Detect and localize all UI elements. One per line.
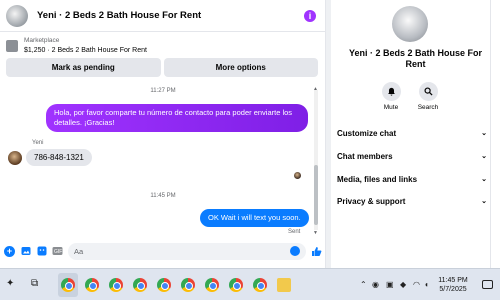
gif-icon[interactable]: GIF [52,246,63,257]
chrome-icon[interactable] [229,278,243,292]
widgets-icon[interactable]: ✦ [6,278,14,289]
file-explorer-icon[interactable] [277,278,291,292]
timestamp: 11:45 PM [150,193,176,199]
outgoing-message[interactable]: OK Wait i will text you soon. [200,209,309,227]
tray-app-icon[interactable]: ▣ [386,280,394,289]
sticker-icon[interactable] [36,246,47,257]
conversation-details-panel: Yeni · 2 Beds 2 Bath House For Rent Mute… [331,0,500,268]
mute-label: Mute [383,104,399,111]
image-icon[interactable] [20,246,31,257]
marketplace-thumbnail[interactable] [6,40,18,52]
chevron-down-icon: ⌄ [481,176,487,183]
taskbar: ✦ ⧉ ⌃ ◉ ▣ ◆ ◠ ◖ 11:45 PM 5/7/2025 [0,268,500,300]
task-view-icon[interactable]: ⧉ [31,278,38,289]
mute-action[interactable]: Mute [373,82,409,111]
marketplace-banner: Marketplace $1,250 · 2 Beds 2 Bath House… [0,33,326,81]
clock-time: 11:45 PM [438,277,468,284]
menu-label: Privacy & support [337,196,406,206]
volume-icon[interactable]: ◖ [424,280,429,289]
tray-app-icon[interactable]: ◉ [372,280,379,289]
plus-icon[interactable]: + [4,245,15,257]
timestamp: 11:27 PM [150,88,176,94]
marketplace-item[interactable]: $1,250 · 2 Beds 2 Bath House For Rent [24,46,147,56]
chat-panel: Yeni · 2 Beds 2 Bath House For Rent i Ma… [0,0,326,268]
chrome-icon[interactable] [181,278,195,292]
menu-media-files-links[interactable]: Media, files and links ⌄ [337,172,487,186]
more-options-button[interactable]: More options [163,58,318,77]
search-icon[interactable] [418,82,438,101]
search-label: Search [417,104,439,111]
outgoing-message[interactable]: Hola, por favor comparte tu número de co… [46,104,308,132]
chevron-down-icon: ⌄ [481,153,487,160]
thumbs-up-icon[interactable] [311,246,322,257]
menu-chat-members[interactable]: Chat members ⌄ [337,149,487,163]
scroll-up-icon[interactable]: ▲ [313,86,318,92]
notification-icon[interactable] [482,280,493,289]
sender-name: Yeni [32,140,44,146]
clock-date: 5/7/2025 [439,286,467,293]
conversation-name: Yeni · 2 Beds 2 Bath House For Rent [348,48,483,69]
menu-label: Media, files and links [337,174,418,184]
read-receipt-avatar [294,172,301,179]
message-status: Sent [288,229,301,235]
messenger-window: Yeni · 2 Beds 2 Bath House For Rent i Ma… [0,0,500,268]
message-input-placeholder: Aa [74,246,84,256]
menu-label: Customize chat [337,128,397,138]
chrome-icon[interactable] [253,278,267,292]
scroll-down-icon[interactable]: ▼ [313,230,318,236]
message-composer: + GIF Aa [0,240,326,262]
message-input[interactable]: Aa [68,242,306,260]
mark-as-pending-button[interactable]: Mark as pending [6,58,161,77]
chrome-icon[interactable] [205,278,219,292]
search-action[interactable]: Search [410,82,446,111]
tray-app-icon[interactable]: ◆ [400,280,406,289]
conversation-avatar[interactable] [392,6,428,42]
menu-label: Chat members [337,151,393,161]
menu-customize-chat[interactable]: Customize chat ⌄ [337,126,487,140]
system-clock[interactable]: 11:45 PM 5/7/2025 [433,276,473,294]
chrome-icon[interactable] [157,278,171,292]
chrome-icon[interactable] [133,278,147,292]
message-list: 11:27 PM Hola, por favor comparte tu núm… [0,82,326,238]
contact-avatar[interactable] [8,151,22,165]
scrollbar-thumb[interactable] [314,165,318,225]
chat-header: Yeni · 2 Beds 2 Bath House For Rent i [0,0,326,32]
emoji-icon[interactable] [290,246,300,256]
menu-privacy-support[interactable]: Privacy & support ⌄ [337,194,487,208]
bell-icon[interactable] [381,82,401,101]
panel-divider [490,0,491,268]
chat-title[interactable]: Yeni · 2 Beds 2 Bath House For Rent [37,10,304,21]
show-hidden-icons-icon[interactable]: ⌃ [360,280,367,289]
chrome-icon[interactable] [85,278,99,292]
chrome-icon[interactable] [61,278,75,292]
info-icon[interactable]: i [304,9,316,22]
marketplace-label: Marketplace [24,37,60,44]
chrome-icon[interactable] [109,278,123,292]
chevron-down-icon: ⌄ [481,130,487,137]
wifi-icon[interactable]: ◠ [413,280,420,289]
incoming-message[interactable]: 786-848-1321 [26,149,92,166]
svg-text:GIF: GIF [54,249,62,255]
listing-thumbnail[interactable] [6,4,28,27]
chevron-down-icon: ⌄ [481,198,487,205]
